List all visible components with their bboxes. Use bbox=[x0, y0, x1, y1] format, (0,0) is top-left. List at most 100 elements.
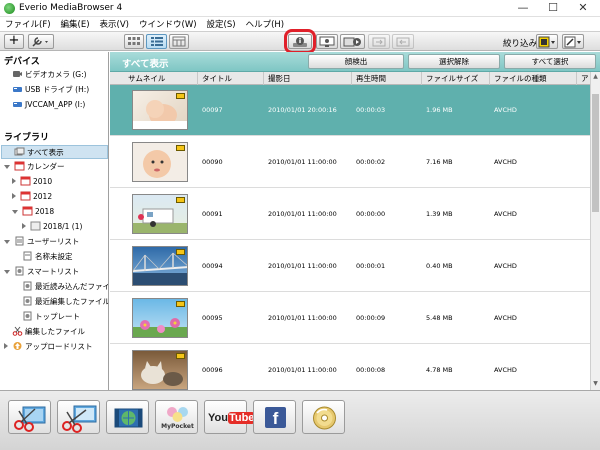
edit-dropdown[interactable] bbox=[562, 34, 584, 49]
col-size[interactable]: ファイルサイズ bbox=[422, 72, 490, 85]
close-button[interactable]: ✕ bbox=[568, 0, 598, 17]
collapse-arrow-icon[interactable] bbox=[4, 165, 10, 169]
col-date[interactable]: 撮影日 bbox=[264, 72, 352, 85]
view-calendar-button[interactable] bbox=[169, 34, 189, 49]
menu-help[interactable]: ヘルプ(H) bbox=[241, 17, 290, 30]
youtube-logo: YouTube bbox=[208, 412, 256, 424]
filter-dropdown[interactable] bbox=[536, 34, 558, 49]
mypocket-button[interactable]: MyPocket bbox=[155, 400, 198, 434]
col-extra[interactable]: ア bbox=[577, 72, 590, 85]
thumbnail[interactable] bbox=[132, 90, 188, 130]
expand-arrow-icon[interactable] bbox=[4, 343, 8, 349]
row-size: 4.78 MB bbox=[426, 366, 453, 374]
thumbnail[interactable] bbox=[132, 194, 188, 234]
thumbnail[interactable] bbox=[132, 246, 188, 286]
expand-arrow-icon[interactable] bbox=[12, 178, 16, 184]
menu-settings[interactable]: 設定(S) bbox=[202, 17, 241, 30]
row-date: 2010/01/01 11:00:00 bbox=[268, 314, 337, 322]
usb-drive-icon bbox=[12, 84, 23, 94]
sidebar-item-upload-list[interactable]: アップロードリスト bbox=[4, 340, 93, 354]
collapse-arrow-icon[interactable] bbox=[4, 270, 10, 274]
import-button[interactable] bbox=[392, 34, 414, 49]
sidebar-item-calendar[interactable]: カレンダー bbox=[4, 160, 65, 174]
sidebar-item-2010[interactable]: 2010 bbox=[12, 175, 52, 189]
calendar-icon bbox=[22, 206, 33, 216]
row-size: 1.96 MB bbox=[426, 106, 453, 114]
sidebar-item-recent-edited[interactable]: 最近編集したファイル bbox=[22, 295, 108, 309]
vertical-scrollbar[interactable]: ▲ ▼ bbox=[590, 72, 600, 390]
sidebar-item-edited-files[interactable]: 編集したファイル bbox=[12, 325, 85, 339]
sidebar-item-video-camera[interactable]: ビデオカメラ (G:) bbox=[12, 68, 87, 82]
play-button[interactable] bbox=[340, 34, 365, 49]
burn-disc-button[interactable] bbox=[302, 400, 345, 434]
collapse-arrow-icon[interactable] bbox=[12, 210, 18, 214]
play-icon bbox=[343, 37, 361, 47]
facebook-button[interactable]: f bbox=[253, 400, 296, 434]
scroll-up-icon[interactable]: ▲ bbox=[592, 73, 599, 81]
col-title[interactable]: タイトル bbox=[198, 72, 264, 85]
row-title: 00095 bbox=[202, 314, 223, 322]
table-row[interactable]: 00091 2010/01/01 11:00:00 00:00:00 1.39 … bbox=[110, 189, 590, 240]
collapse-arrow-icon[interactable] bbox=[4, 240, 10, 244]
table-row[interactable]: 00094 2010/01/01 11:00:00 00:00:01 0.40 … bbox=[110, 241, 590, 292]
thumbnail[interactable] bbox=[132, 298, 188, 338]
video-badge-icon bbox=[176, 93, 185, 99]
scroll-down-icon[interactable]: ▼ bbox=[592, 380, 599, 388]
upload-icon bbox=[12, 341, 23, 351]
table-row[interactable]: 00095 2010/01/01 11:00:00 00:00:09 5.48 … bbox=[110, 293, 590, 344]
row-duration: 00:00:08 bbox=[356, 366, 386, 374]
sidebar: デバイス ビデオカメラ (G:) USB ドライブ (H:) JVCCAM_AP… bbox=[0, 52, 109, 390]
thumbnail[interactable] bbox=[132, 142, 188, 182]
row-duration: 00:00:03 bbox=[356, 106, 386, 114]
col-type[interactable]: ファイルの種類 bbox=[490, 72, 577, 85]
table-row[interactable]: 00096 2010/01/01 11:00:00 00:00:08 4.78 … bbox=[110, 345, 590, 390]
thumbnail[interactable] bbox=[132, 350, 188, 390]
view-list-button[interactable] bbox=[146, 34, 167, 49]
face-detect-button[interactable]: 顔検出 bbox=[308, 54, 404, 69]
expand-arrow-icon[interactable] bbox=[22, 223, 26, 229]
sidebar-item-jvccam-app[interactable]: JVCCAM_APP (I:) bbox=[12, 98, 85, 112]
menu-view[interactable]: 表示(V) bbox=[95, 17, 134, 30]
sidebar-item-top-rated[interactable]: トップレート bbox=[22, 310, 80, 324]
table-row[interactable]: 00097 2010/01/01 20:00:16 00:00:03 1.96 … bbox=[110, 85, 590, 136]
trim-video-button[interactable] bbox=[57, 400, 100, 434]
youtube-button[interactable]: YouTube bbox=[204, 400, 256, 434]
sidebar-item-2018-1[interactable]: 2018/1 (1) bbox=[22, 220, 82, 234]
calendar-icon bbox=[20, 191, 31, 201]
col-thumbnail[interactable]: サムネイル bbox=[110, 72, 198, 85]
sidebar-item-all[interactable]: すべて表示 bbox=[1, 145, 108, 159]
sidebar-item-2012[interactable]: 2012 bbox=[12, 190, 52, 204]
table-row[interactable]: 00090 2010/01/01 11:00:00 00:00:02 7.16 … bbox=[110, 137, 590, 188]
column-header: サムネイル タイトル 撮影日 再生時間 ファイルサイズ ファイルの種類 ア bbox=[110, 72, 590, 85]
bottom-toolbar: MyPocket YouTube f bbox=[0, 390, 600, 450]
sidebar-item-user-list[interactable]: ユーザーリスト bbox=[4, 235, 79, 249]
photos-icon bbox=[14, 147, 25, 157]
sidebar-item-2018[interactable]: 2018 bbox=[12, 205, 54, 219]
select-all-button[interactable]: すべて選択 bbox=[504, 54, 596, 69]
row-duration: 00:00:01 bbox=[356, 262, 386, 270]
row-type: AVCHD bbox=[494, 314, 517, 322]
edit-video-button[interactable] bbox=[8, 400, 51, 434]
scroll-thumb[interactable] bbox=[592, 94, 599, 212]
create-disc-button[interactable] bbox=[106, 400, 149, 434]
sidebar-item-recent-imported[interactable]: 最近読み込んだファイル bbox=[22, 280, 108, 294]
sidebar-item-untitled[interactable]: 名称未設定 bbox=[22, 250, 73, 264]
slideshow-button[interactable] bbox=[316, 34, 338, 49]
minimize-button[interactable]: — bbox=[508, 0, 538, 17]
maximize-button[interactable]: ☐ bbox=[538, 0, 568, 17]
expand-arrow-icon[interactable] bbox=[12, 193, 16, 199]
menu-file[interactable]: ファイル(F) bbox=[0, 17, 56, 30]
deselect-button[interactable]: 選択解除 bbox=[408, 54, 500, 69]
tools-button[interactable] bbox=[28, 34, 54, 49]
video-badge-icon bbox=[176, 197, 185, 203]
row-type: AVCHD bbox=[494, 106, 517, 114]
col-duration[interactable]: 再生時間 bbox=[352, 72, 422, 85]
menu-window[interactable]: ウインドウ(W) bbox=[134, 17, 202, 30]
view-thumbnail-button[interactable] bbox=[124, 34, 144, 49]
menu-edit[interactable]: 編集(E) bbox=[56, 17, 95, 30]
sidebar-item-usb-drive[interactable]: USB ドライブ (H:) bbox=[12, 83, 89, 97]
sidebar-item-smart-list[interactable]: スマートリスト bbox=[4, 265, 79, 279]
scissors-icon bbox=[12, 326, 23, 336]
export-button[interactable] bbox=[368, 34, 390, 49]
add-button[interactable]: + bbox=[4, 34, 24, 49]
